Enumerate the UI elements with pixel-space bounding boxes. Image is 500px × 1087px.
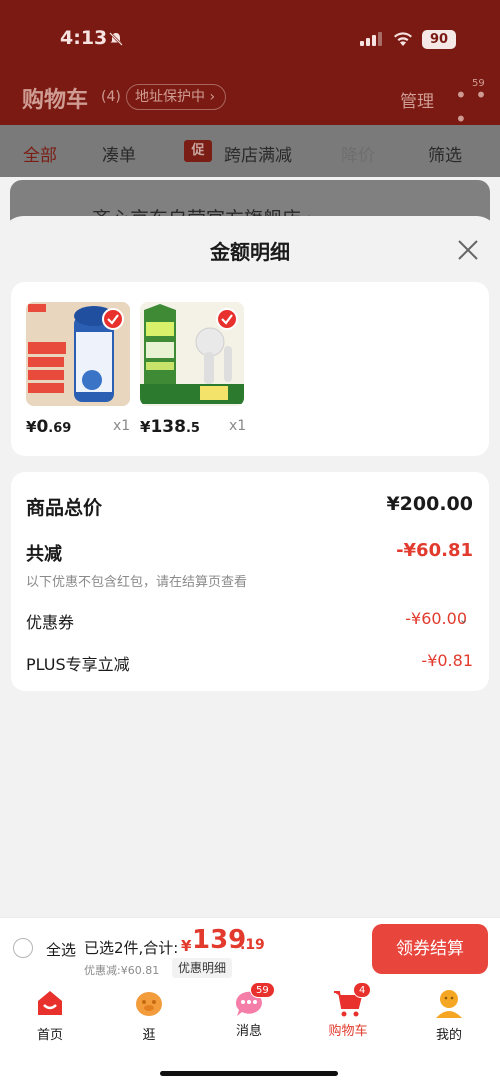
tab-label: 我的 [435,1028,462,1043]
more-icon[interactable]: • • • [455,83,500,131]
battery-indicator: 90 [422,30,456,49]
wifi-icon [394,32,412,46]
promo-tag: 促 [184,140,212,162]
tab-label: 购物车 [328,1024,368,1039]
tab-cross-store[interactable]: 跨店满减 [224,141,292,166]
profile-icon [436,990,462,1018]
select-all-radio[interactable] [13,938,33,958]
total-label: 商品总价 [26,497,103,519]
sheet-title: 金额明细 [210,240,290,264]
tab-label: 逛 [142,1028,156,1043]
checked-icon[interactable] [102,308,124,330]
reduce-label: 共减 [26,544,62,565]
cart-count: (4) [101,89,121,105]
tab-price-drop[interactable]: 降价 [341,141,375,166]
select-all-label[interactable]: 全选 [46,939,76,960]
checkout-button[interactable]: 领券结算 [372,924,488,974]
product-quantity: x1 [229,418,247,434]
sum-currency: ¥ [181,937,192,955]
address-protect-badge[interactable]: 地址保护中 › [126,84,227,110]
cart-title: 购物车 [22,88,89,113]
tab-label: 首页 [36,1028,63,1043]
signal-icon [360,32,382,46]
coupon-value[interactable]: -¥60.00 [405,609,467,628]
home-icon [38,991,62,1015]
tab-home[interactable]: 首页 [15,986,85,1043]
tab-bundle[interactable]: 凑单 [102,141,136,166]
chevron-down-icon[interactable]: ⌄ [459,613,468,626]
tab-label: 消息 [235,1024,262,1039]
reduce-value: -¥60.81 [396,540,473,561]
plus-label: PLUS专享立减 [26,655,130,674]
discount-detail-button[interactable]: 优惠明细 [172,958,233,978]
sum-integer: 139 [192,925,247,955]
discover-icon [136,992,162,1016]
tab-messages[interactable]: 59 消息 [214,982,284,1039]
tab-cart[interactable]: 4 购物车 [313,982,383,1039]
more-badge: 59 [472,78,485,89]
checked-icon[interactable] [216,308,238,330]
home-indicator [160,1071,338,1076]
bell-muted-icon [109,32,123,46]
manage-button[interactable]: 管理 [400,87,434,112]
selected-count-text: 已选2件,合计: [84,939,179,957]
tab-discover[interactable]: 逛 [114,986,184,1043]
tab-profile[interactable]: 我的 [414,986,484,1043]
discount-note: 以下优惠不包含红包，请在结算页查看 [26,575,248,590]
plus-value: -¥0.81 [421,651,473,670]
cart-badge: 4 [353,982,372,998]
cart-icon-wrapper: 4 [331,982,372,1020]
product-price: ¥0.69 [26,417,72,437]
total-value: ¥200.00 [386,493,473,515]
tab-filter[interactable]: 筛选 [428,141,462,166]
coupon-label: 优惠券 [26,613,75,632]
sum-decimal: .19 [240,937,265,953]
product-price: ¥138.5 [140,417,200,437]
discount-total: 优惠减:¥60.81 [84,964,160,977]
message-badge: 59 [250,982,275,998]
tab-all[interactable]: 全部 [23,141,57,166]
close-icon[interactable] [452,234,484,266]
status-time: 4:13 [60,27,108,49]
message-icon-wrapper: 59 [232,982,275,1020]
product-quantity: x1 [113,418,131,434]
